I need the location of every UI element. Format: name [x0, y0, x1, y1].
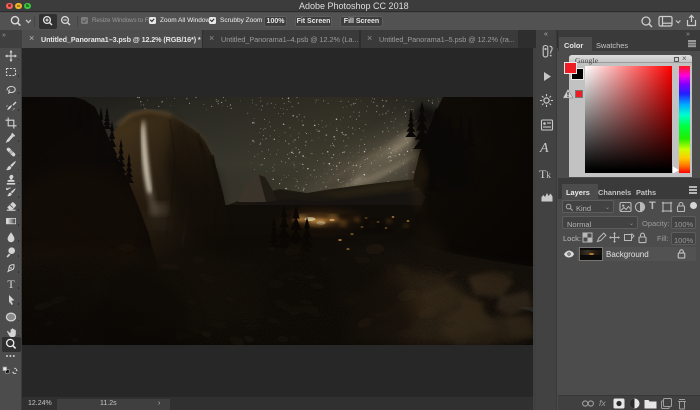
svg-text:T: T: [7, 278, 15, 290]
